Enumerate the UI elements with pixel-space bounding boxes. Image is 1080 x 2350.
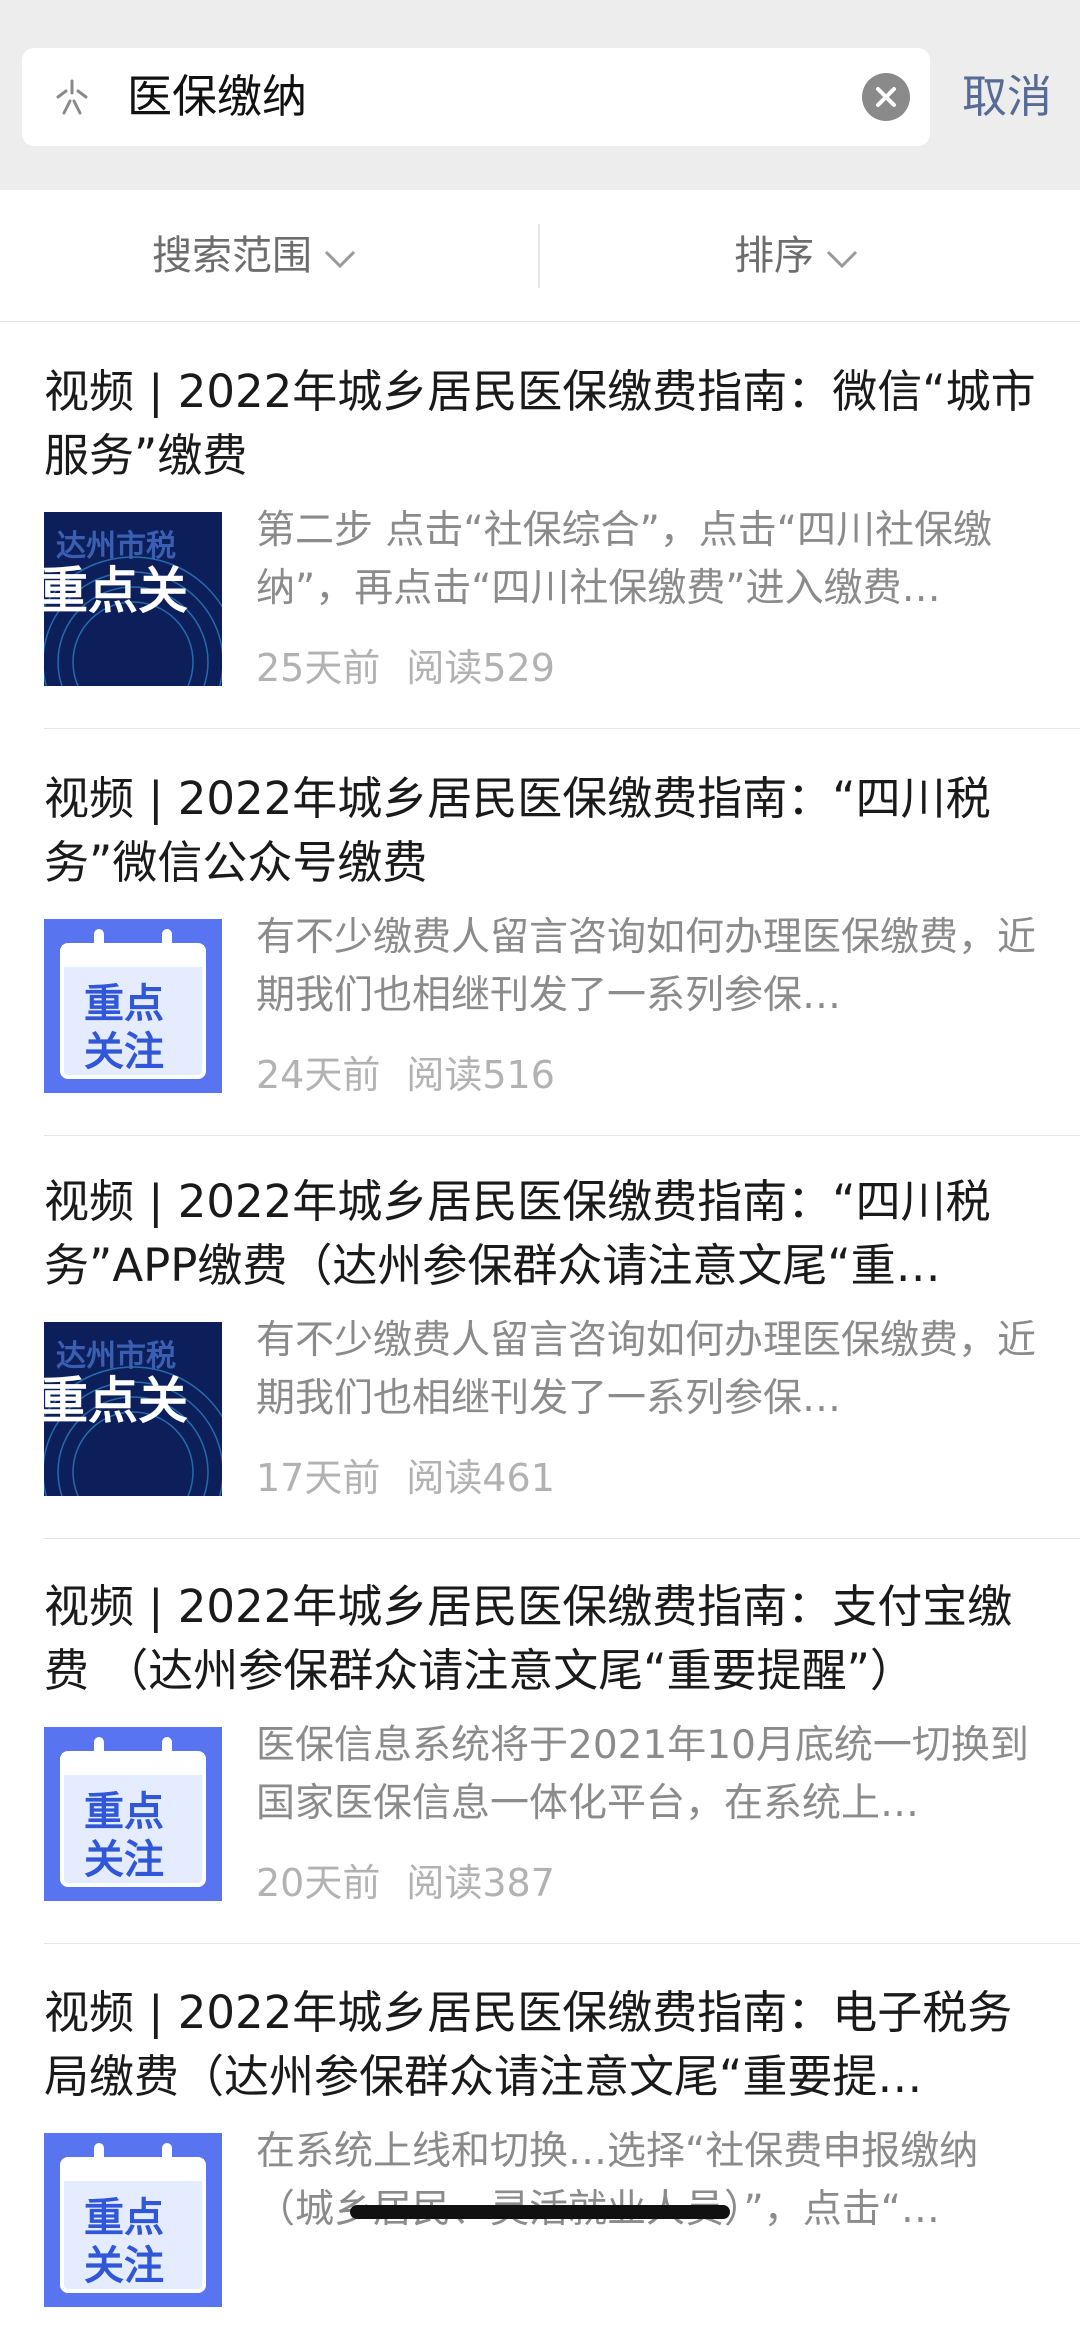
result-time: 25天前: [256, 646, 381, 690]
thumb-text-top: 达州市税: [56, 1339, 176, 1374]
sort-dropdown[interactable]: 排序: [734, 190, 860, 322]
thumb-text-main: 重点关: [44, 562, 188, 620]
thumb-text-main: 重点关: [44, 1372, 188, 1430]
result-item[interactable]: 视频 | 2022年城乡居民医保缴费指南：“四川税务”APP缴费（达州参保群众请…: [0, 1132, 1080, 1539]
result-thumbnail: 达州市税 重点关: [44, 512, 222, 686]
result-thumbnail: 重点 关注: [44, 919, 222, 1093]
thumb-text-a: 重点: [84, 981, 164, 1027]
result-title[interactable]: 视频 | 2022年城乡居民医保缴费指南：支付宝缴费 （达州参保群众请注意文尾“…: [44, 1575, 1044, 1703]
result-time: 24天前: [256, 1053, 381, 1097]
thumb-text-top: 达州市税: [56, 529, 176, 564]
thumb-text-b: 关注: [84, 1837, 164, 1883]
result-summary: 有不少缴费人留言咨询如何办理医保缴费，近期我们也相继刊发了一系列参保…: [256, 1318, 1036, 1421]
result-reads: 阅读461: [406, 1456, 555, 1500]
result-item[interactable]: 视频 | 2022年城乡居民医保缴费指南：电子税务局缴费（达州参保群众请注意文尾…: [0, 1943, 1080, 2350]
thumb-text-b: 关注: [84, 2243, 164, 2289]
search-scope-label: 搜索范围: [152, 233, 312, 279]
search-scope-dropdown[interactable]: 搜索范围: [152, 190, 358, 322]
result-summary: 在系统上线和切换…选择“社保费申报缴纳（城乡居民、灵活就业人员）”，点击“…: [256, 2129, 979, 2232]
result-time: 20天前: [256, 1861, 381, 1905]
thumb-text-a: 重点: [84, 1789, 164, 1835]
result-title[interactable]: 视频 | 2022年城乡居民医保缴费指南：电子税务局缴费（达州参保群众请注意文尾…: [44, 1981, 1044, 2109]
result-item[interactable]: 视频 | 2022年城乡居民医保缴费指南：支付宝缴费 （达州参保群众请注意文尾“…: [0, 1537, 1080, 1944]
thumb-text-a: 重点: [84, 2195, 164, 2241]
result-summary: 医保信息系统将于2021年10月底统一切换到国家医保信息一体化平台，在系统上…: [256, 1723, 1029, 1826]
result-reads: 阅读529: [406, 646, 555, 690]
result-time: 17天前: [256, 1456, 381, 1500]
result-reads: 阅读387: [406, 1861, 555, 1905]
result-thumbnail: 达州市税 重点关: [44, 1322, 222, 1496]
clear-icon[interactable]: [862, 73, 910, 121]
result-summary: 第二步 点击“社保综合”，点击“四川社保缴纳”，再点击“四川社保缴费”进入缴费…: [256, 508, 993, 611]
search-header: 医保缴纳 取消: [0, 0, 1080, 190]
search-input[interactable]: 医保缴纳: [127, 48, 307, 146]
result-meta: 17天前 阅读461: [256, 1450, 555, 1506]
result-title[interactable]: 视频 | 2022年城乡居民医保缴费指南：微信“城市服务”缴费: [44, 360, 1044, 488]
result-reads: 阅读516: [406, 1053, 555, 1097]
result-item[interactable]: 视频 | 2022年城乡居民医保缴费指南：“四川税务”微信公众号缴费 重点 关注…: [0, 729, 1080, 1136]
home-indicator[interactable]: [350, 2205, 730, 2219]
search-box[interactable]: 医保缴纳: [22, 48, 930, 146]
wechat-search-icon: [50, 75, 94, 119]
result-item[interactable]: 视频 | 2022年城乡居民医保缴费指南：微信“城市服务”缴费 达州市税 重点关…: [0, 322, 1080, 729]
cancel-button[interactable]: 取消: [962, 48, 1052, 146]
thumb-text-b: 关注: [84, 1029, 164, 1075]
result-meta: 25天前 阅读529: [256, 640, 555, 696]
filter-divider: [538, 224, 540, 288]
chevron-down-icon: [322, 192, 358, 324]
chevron-down-icon: [824, 192, 860, 324]
result-thumbnail: 重点 关注: [44, 2133, 222, 2307]
result-meta: 24天前 阅读516: [256, 1047, 555, 1103]
result-thumbnail: 重点 关注: [44, 1727, 222, 1901]
result-title[interactable]: 视频 | 2022年城乡居民医保缴费指南：“四川税务”APP缴费（达州参保群众请…: [44, 1170, 1044, 1298]
filter-bar: 搜索范围 排序: [0, 190, 1080, 322]
result-meta: 20天前 阅读387: [256, 1855, 555, 1911]
result-title[interactable]: 视频 | 2022年城乡居民医保缴费指南：“四川税务”微信公众号缴费: [44, 767, 1044, 895]
result-summary: 有不少缴费人留言咨询如何办理医保缴费，近期我们也相继刊发了一系列参保…: [256, 915, 1036, 1018]
sort-label: 排序: [734, 233, 814, 279]
